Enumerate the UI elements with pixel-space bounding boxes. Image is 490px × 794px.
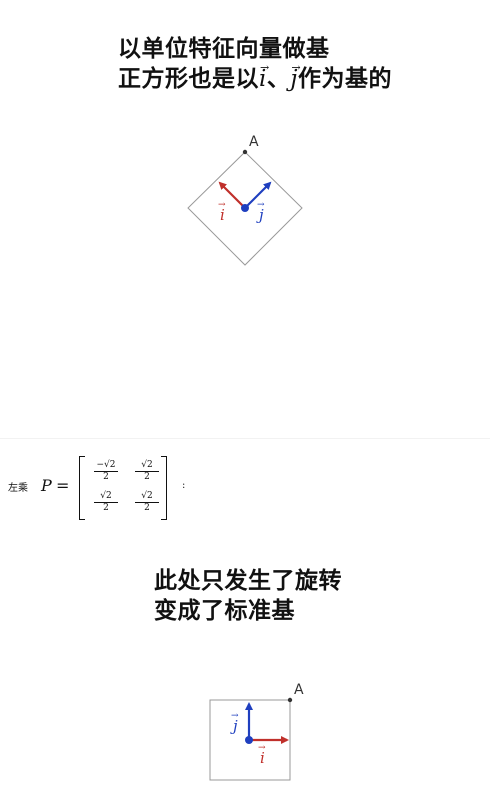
rotation-matrix-formula: 左乘 P = −√2 2 √2 2 √2 2 √2 2 : (8, 454, 208, 520)
top-caption-vector-i: i (259, 66, 267, 92)
matrix-cell-2-1-numerator: √2 (100, 491, 112, 501)
top-caption-line-2: 正方形也是以i、j作为基的 (118, 64, 392, 94)
bottom-caption: 此处只发生了旋转 变成了标准基 (154, 566, 342, 626)
top-caption-line-2-prefix: 正方形也是以 (118, 66, 259, 92)
matrix-cell-2-2-denominator: 2 (135, 502, 159, 514)
top-point-a-marker (242, 149, 248, 155)
matrix-name: P (41, 476, 52, 495)
bottom-caption-line-1: 此处只发生了旋转 (154, 568, 342, 594)
top-point-a-label: A (249, 134, 259, 150)
bottom-origin-point (245, 736, 253, 744)
matrix-cell-1-1: −√2 2 (86, 459, 126, 483)
top-origin-point (241, 204, 249, 212)
equals-sign: = (56, 476, 70, 495)
formula-suffix: : (182, 480, 186, 491)
top-caption-line-1: 以单位特征向量做基 (118, 36, 330, 62)
formula-prefix: 左乘 (8, 483, 28, 494)
matrix-cell-2-1-denominator: 2 (94, 502, 118, 514)
matrix-left-bracket (79, 456, 85, 520)
matrix-cell-1-1-denominator: 2 (94, 471, 118, 483)
matrix-cell-1-1-numerator: −√2 (96, 460, 116, 470)
top-caption-separator: 、 (266, 66, 291, 92)
bottom-diagram: A → j → i (209, 682, 304, 781)
matrix-right-bracket (161, 456, 167, 520)
top-caption-vector-j: j (290, 66, 298, 92)
matrix-cell-2-1: √2 2 (86, 490, 126, 514)
top-caption-line-2-suffix: 作为基的 (298, 66, 392, 92)
matrix-cell-1-2-denominator: 2 (135, 471, 159, 483)
top-diagram: A → i → j (187, 134, 303, 266)
bottom-point-a-label: A (294, 682, 304, 698)
top-caption: 以单位特征向量做基 正方形也是以i、j作为基的 (118, 34, 392, 94)
bottom-vector-i-label: i (260, 749, 265, 767)
section-divider (0, 438, 490, 439)
top-vector-i-label: i (220, 206, 225, 224)
bottom-caption-line-2: 变成了标准基 (154, 598, 295, 624)
bottom-point-a-marker (287, 697, 293, 703)
